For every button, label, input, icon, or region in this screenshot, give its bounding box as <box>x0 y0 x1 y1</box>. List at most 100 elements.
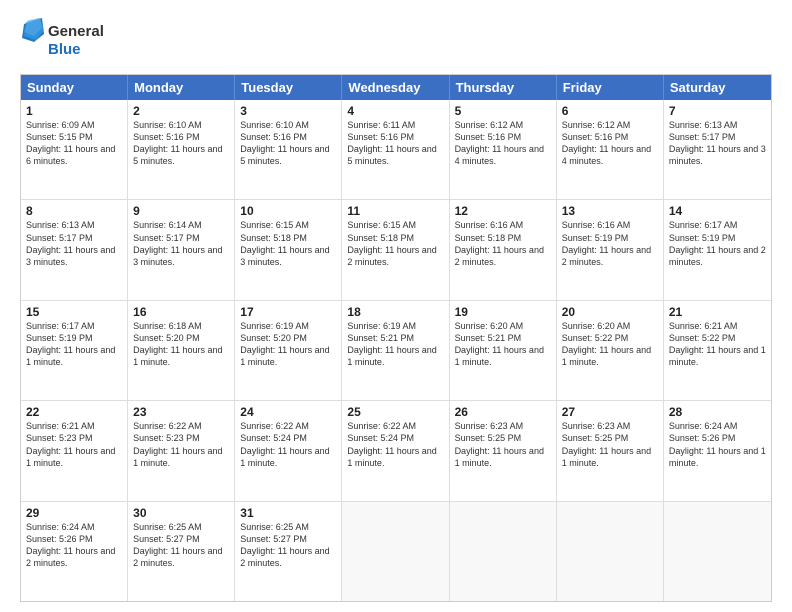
calendar-cell: 2 Sunrise: 6:10 AM Sunset: 5:16 PM Dayli… <box>128 100 235 199</box>
cell-info: Sunrise: 6:19 AM Sunset: 5:21 PM Dayligh… <box>347 320 443 369</box>
day-number: 27 <box>562 405 658 419</box>
day-number: 3 <box>240 104 336 118</box>
day-number: 20 <box>562 305 658 319</box>
header-friday: Friday <box>557 75 664 100</box>
cell-info: Sunrise: 6:21 AM Sunset: 5:22 PM Dayligh… <box>669 320 766 369</box>
header-tuesday: Tuesday <box>235 75 342 100</box>
cell-info: Sunrise: 6:19 AM Sunset: 5:20 PM Dayligh… <box>240 320 336 369</box>
cell-info: Sunrise: 6:25 AM Sunset: 5:27 PM Dayligh… <box>240 521 336 570</box>
week-row-1: 1 Sunrise: 6:09 AM Sunset: 5:15 PM Dayli… <box>21 100 771 199</box>
calendar-cell: 15 Sunrise: 6:17 AM Sunset: 5:19 PM Dayl… <box>21 301 128 400</box>
calendar-cell: 18 Sunrise: 6:19 AM Sunset: 5:21 PM Dayl… <box>342 301 449 400</box>
cell-info: Sunrise: 6:18 AM Sunset: 5:20 PM Dayligh… <box>133 320 229 369</box>
day-number: 13 <box>562 204 658 218</box>
calendar-cell: 12 Sunrise: 6:16 AM Sunset: 5:18 PM Dayl… <box>450 200 557 299</box>
day-number: 26 <box>455 405 551 419</box>
day-number: 14 <box>669 204 766 218</box>
calendar-cell: 14 Sunrise: 6:17 AM Sunset: 5:19 PM Dayl… <box>664 200 771 299</box>
day-number: 23 <box>133 405 229 419</box>
calendar-cell: 27 Sunrise: 6:23 AM Sunset: 5:25 PM Dayl… <box>557 401 664 500</box>
cell-info: Sunrise: 6:11 AM Sunset: 5:16 PM Dayligh… <box>347 119 443 168</box>
day-number: 30 <box>133 506 229 520</box>
week-row-4: 22 Sunrise: 6:21 AM Sunset: 5:23 PM Dayl… <box>21 400 771 500</box>
cell-info: Sunrise: 6:23 AM Sunset: 5:25 PM Dayligh… <box>562 420 658 469</box>
calendar-body: 1 Sunrise: 6:09 AM Sunset: 5:15 PM Dayli… <box>21 100 771 601</box>
calendar-cell: 22 Sunrise: 6:21 AM Sunset: 5:23 PM Dayl… <box>21 401 128 500</box>
calendar-cell <box>557 502 664 601</box>
header-thursday: Thursday <box>450 75 557 100</box>
header-wednesday: Wednesday <box>342 75 449 100</box>
week-row-3: 15 Sunrise: 6:17 AM Sunset: 5:19 PM Dayl… <box>21 300 771 400</box>
cell-info: Sunrise: 6:25 AM Sunset: 5:27 PM Dayligh… <box>133 521 229 570</box>
cell-info: Sunrise: 6:12 AM Sunset: 5:16 PM Dayligh… <box>455 119 551 168</box>
cell-info: Sunrise: 6:22 AM Sunset: 5:24 PM Dayligh… <box>240 420 336 469</box>
day-number: 28 <box>669 405 766 419</box>
calendar-cell: 7 Sunrise: 6:13 AM Sunset: 5:17 PM Dayli… <box>664 100 771 199</box>
cell-info: Sunrise: 6:09 AM Sunset: 5:15 PM Dayligh… <box>26 119 122 168</box>
cell-info: Sunrise: 6:24 AM Sunset: 5:26 PM Dayligh… <box>26 521 122 570</box>
calendar-cell: 4 Sunrise: 6:11 AM Sunset: 5:16 PM Dayli… <box>342 100 449 199</box>
day-number: 5 <box>455 104 551 118</box>
cell-info: Sunrise: 6:13 AM Sunset: 5:17 PM Dayligh… <box>669 119 766 168</box>
calendar-cell: 24 Sunrise: 6:22 AM Sunset: 5:24 PM Dayl… <box>235 401 342 500</box>
header-monday: Monday <box>128 75 235 100</box>
day-number: 10 <box>240 204 336 218</box>
cell-info: Sunrise: 6:24 AM Sunset: 5:26 PM Dayligh… <box>669 420 766 469</box>
calendar-cell: 28 Sunrise: 6:24 AM Sunset: 5:26 PM Dayl… <box>664 401 771 500</box>
calendar-header: Sunday Monday Tuesday Wednesday Thursday… <box>21 75 771 100</box>
day-number: 9 <box>133 204 229 218</box>
day-number: 11 <box>347 204 443 218</box>
calendar-cell: 20 Sunrise: 6:20 AM Sunset: 5:22 PM Dayl… <box>557 301 664 400</box>
calendar-cell: 19 Sunrise: 6:20 AM Sunset: 5:21 PM Dayl… <box>450 301 557 400</box>
day-number: 22 <box>26 405 122 419</box>
logo: General Blue <box>20 16 110 66</box>
cell-info: Sunrise: 6:16 AM Sunset: 5:19 PM Dayligh… <box>562 219 658 268</box>
svg-text:Blue: Blue <box>48 41 81 58</box>
week-row-5: 29 Sunrise: 6:24 AM Sunset: 5:26 PM Dayl… <box>21 501 771 601</box>
calendar-cell: 29 Sunrise: 6:24 AM Sunset: 5:26 PM Dayl… <box>21 502 128 601</box>
day-number: 19 <box>455 305 551 319</box>
calendar-cell <box>664 502 771 601</box>
day-number: 29 <box>26 506 122 520</box>
cell-info: Sunrise: 6:20 AM Sunset: 5:22 PM Dayligh… <box>562 320 658 369</box>
calendar-cell: 5 Sunrise: 6:12 AM Sunset: 5:16 PM Dayli… <box>450 100 557 199</box>
day-number: 1 <box>26 104 122 118</box>
generalblue-logo: General Blue <box>20 16 110 66</box>
day-number: 7 <box>669 104 766 118</box>
calendar-cell: 21 Sunrise: 6:21 AM Sunset: 5:22 PM Dayl… <box>664 301 771 400</box>
cell-info: Sunrise: 6:17 AM Sunset: 5:19 PM Dayligh… <box>26 320 122 369</box>
cell-info: Sunrise: 6:13 AM Sunset: 5:17 PM Dayligh… <box>26 219 122 268</box>
day-number: 16 <box>133 305 229 319</box>
calendar-cell: 25 Sunrise: 6:22 AM Sunset: 5:24 PM Dayl… <box>342 401 449 500</box>
cell-info: Sunrise: 6:17 AM Sunset: 5:19 PM Dayligh… <box>669 219 766 268</box>
cell-info: Sunrise: 6:10 AM Sunset: 5:16 PM Dayligh… <box>133 119 229 168</box>
calendar-cell: 3 Sunrise: 6:10 AM Sunset: 5:16 PM Dayli… <box>235 100 342 199</box>
day-number: 8 <box>26 204 122 218</box>
calendar-cell: 30 Sunrise: 6:25 AM Sunset: 5:27 PM Dayl… <box>128 502 235 601</box>
day-number: 6 <box>562 104 658 118</box>
cell-info: Sunrise: 6:21 AM Sunset: 5:23 PM Dayligh… <box>26 420 122 469</box>
cell-info: Sunrise: 6:16 AM Sunset: 5:18 PM Dayligh… <box>455 219 551 268</box>
week-row-2: 8 Sunrise: 6:13 AM Sunset: 5:17 PM Dayli… <box>21 199 771 299</box>
day-number: 18 <box>347 305 443 319</box>
day-number: 25 <box>347 405 443 419</box>
day-number: 15 <box>26 305 122 319</box>
cell-info: Sunrise: 6:14 AM Sunset: 5:17 PM Dayligh… <box>133 219 229 268</box>
header: General Blue <box>20 16 772 66</box>
svg-text:General: General <box>48 23 104 40</box>
calendar-cell: 1 Sunrise: 6:09 AM Sunset: 5:15 PM Dayli… <box>21 100 128 199</box>
calendar-cell: 11 Sunrise: 6:15 AM Sunset: 5:18 PM Dayl… <box>342 200 449 299</box>
day-number: 12 <box>455 204 551 218</box>
day-number: 17 <box>240 305 336 319</box>
calendar-cell: 23 Sunrise: 6:22 AM Sunset: 5:23 PM Dayl… <box>128 401 235 500</box>
calendar-cell: 17 Sunrise: 6:19 AM Sunset: 5:20 PM Dayl… <box>235 301 342 400</box>
cell-info: Sunrise: 6:15 AM Sunset: 5:18 PM Dayligh… <box>347 219 443 268</box>
cell-info: Sunrise: 6:20 AM Sunset: 5:21 PM Dayligh… <box>455 320 551 369</box>
cell-info: Sunrise: 6:22 AM Sunset: 5:24 PM Dayligh… <box>347 420 443 469</box>
calendar: Sunday Monday Tuesday Wednesday Thursday… <box>20 74 772 602</box>
day-number: 24 <box>240 405 336 419</box>
calendar-cell: 31 Sunrise: 6:25 AM Sunset: 5:27 PM Dayl… <box>235 502 342 601</box>
cell-info: Sunrise: 6:10 AM Sunset: 5:16 PM Dayligh… <box>240 119 336 168</box>
calendar-cell: 26 Sunrise: 6:23 AM Sunset: 5:25 PM Dayl… <box>450 401 557 500</box>
day-number: 4 <box>347 104 443 118</box>
